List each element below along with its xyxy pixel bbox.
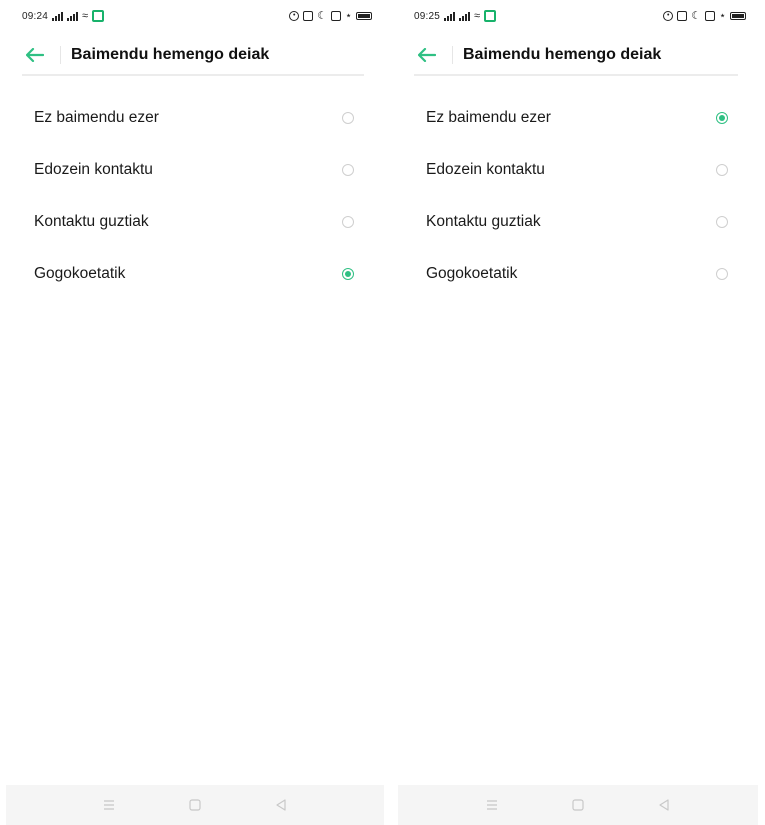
app-notification-icon <box>484 10 497 22</box>
option-label: Kontaktu guztiak <box>34 213 149 230</box>
wifi-icon: ≈ <box>82 10 89 22</box>
option-label: Edozein kontaktu <box>426 161 545 178</box>
option-label: Ez baimendu ezer <box>34 109 159 126</box>
back-triangle-icon[interactable] <box>273 797 289 813</box>
page-title: Baimendu hemengo deiak <box>71 46 270 63</box>
bluetooth-icon: ⋆ <box>719 10 726 22</box>
header-divider <box>60 46 61 64</box>
dnd-icon: • <box>663 11 674 21</box>
radio-button-selected[interactable] <box>342 268 354 280</box>
option-gogokoetatik[interactable]: Gogokoetatik <box>6 248 384 300</box>
option-ez-baimendu-ezer[interactable]: Ez baimendu ezer <box>6 92 384 144</box>
status-bar: 09:24 ≈ • ☾ ⋆ <box>22 8 372 24</box>
radio-button[interactable] <box>342 112 354 124</box>
radio-button[interactable] <box>716 216 728 228</box>
system-nav-bar <box>398 785 758 825</box>
page-title: Baimendu hemengo deiak <box>463 46 662 63</box>
back-arrow-icon[interactable] <box>22 44 48 66</box>
header-divider <box>452 46 453 64</box>
option-label: Kontaktu guztiak <box>426 213 541 230</box>
option-label: Gogokoetatik <box>34 265 126 282</box>
top-app-bar: Baimendu hemengo deiak <box>22 36 364 76</box>
option-ez-baimendu-ezer[interactable]: Ez baimendu ezer <box>398 92 758 144</box>
options-list: Ez baimendu ezer Edozein kontaktu Kontak… <box>398 92 758 300</box>
back-arrow-icon[interactable] <box>414 44 440 66</box>
radio-button-selected[interactable] <box>716 112 728 124</box>
option-label: Ez baimendu ezer <box>426 109 551 126</box>
option-edozein-kontaktu[interactable]: Edozein kontaktu <box>398 144 758 196</box>
bluetooth-icon: ⋆ <box>345 10 352 22</box>
moon-icon: ☾ <box>691 10 702 22</box>
nfc-icon <box>677 11 688 21</box>
menu-icon[interactable] <box>484 797 500 813</box>
option-gogokoetatik[interactable]: Gogokoetatik <box>398 248 758 300</box>
signal-icon <box>67 11 79 21</box>
nfc-icon <box>303 11 314 21</box>
moon-icon: ☾ <box>317 10 328 22</box>
vibrate-icon <box>705 11 716 21</box>
dnd-icon: • <box>289 11 300 21</box>
system-nav-bar <box>6 785 384 825</box>
phone-screen-left: 09:24 ≈ • ☾ ⋆ Baimendu hemengo deiak Ez … <box>6 0 384 825</box>
signal-icon <box>444 11 456 21</box>
app-screenshot: 09:24 ≈ • ☾ ⋆ Baimendu hemengo deiak Ez … <box>0 0 765 825</box>
wifi-icon: ≈ <box>474 10 481 22</box>
option-label: Gogokoetatik <box>426 265 518 282</box>
vibrate-icon <box>331 11 342 21</box>
option-kontaktu-guztiak[interactable]: Kontaktu guztiak <box>6 196 384 248</box>
status-time: 09:24 <box>22 10 49 22</box>
option-label: Edozein kontaktu <box>34 161 153 178</box>
menu-icon[interactable] <box>101 797 117 813</box>
option-kontaktu-guztiak[interactable]: Kontaktu guztiak <box>398 196 758 248</box>
radio-button[interactable] <box>342 164 354 176</box>
app-notification-icon <box>92 10 105 22</box>
radio-button[interactable] <box>342 216 354 228</box>
status-time: 09:25 <box>414 10 441 22</box>
signal-icon <box>52 11 64 21</box>
back-triangle-icon[interactable] <box>656 797 672 813</box>
battery-icon <box>356 12 372 20</box>
radio-button[interactable] <box>716 268 728 280</box>
option-edozein-kontaktu[interactable]: Edozein kontaktu <box>6 144 384 196</box>
signal-icon <box>459 11 471 21</box>
battery-icon <box>730 12 746 20</box>
home-square-icon[interactable] <box>570 797 586 813</box>
top-app-bar: Baimendu hemengo deiak <box>414 36 738 76</box>
radio-button[interactable] <box>716 164 728 176</box>
status-bar: 09:25 ≈ • ☾ ⋆ <box>414 8 746 24</box>
home-square-icon[interactable] <box>187 797 203 813</box>
options-list: Ez baimendu ezer Edozein kontaktu Kontak… <box>6 92 384 300</box>
phone-screen-right: 09:25 ≈ • ☾ ⋆ Baimendu hemengo deiak Ez … <box>398 0 758 825</box>
